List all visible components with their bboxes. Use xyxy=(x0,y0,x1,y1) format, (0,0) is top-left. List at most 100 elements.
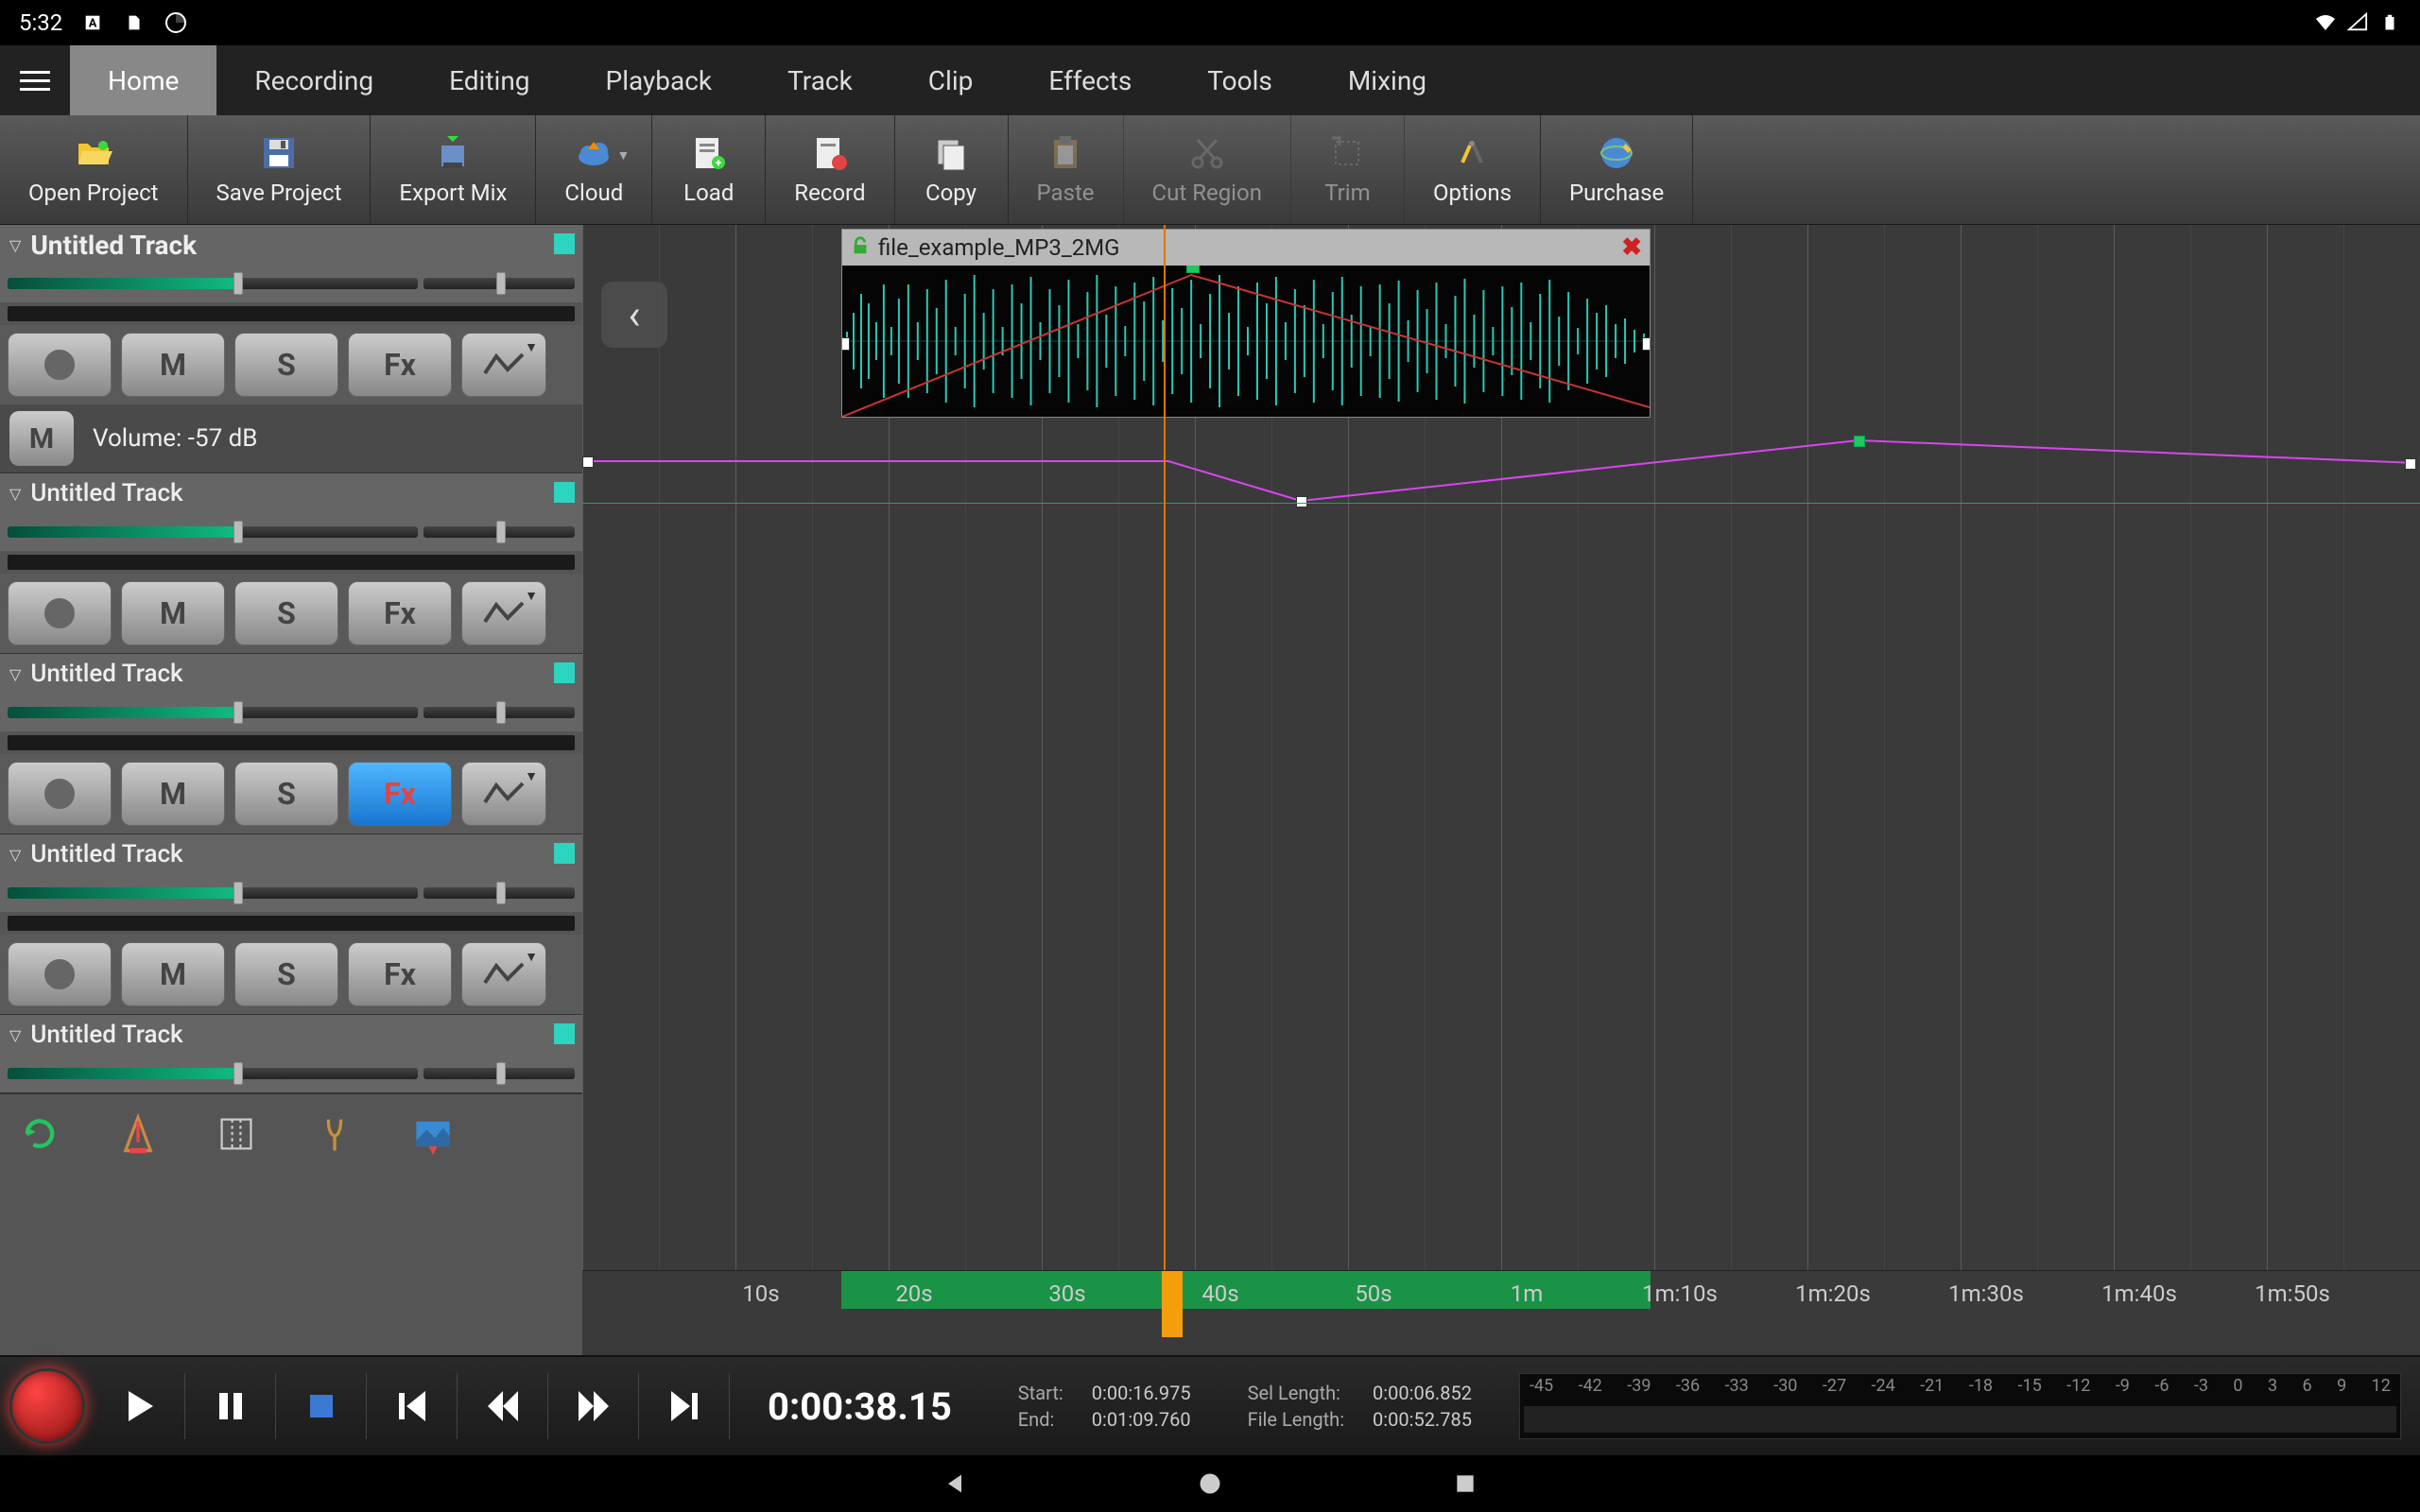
menu-tab-mixing[interactable]: Mixing xyxy=(1310,45,1464,115)
track-color-swatch[interactable] xyxy=(554,843,575,864)
track-header[interactable]: ▽ Untitled Track xyxy=(0,654,582,694)
tuning-fork-icon[interactable] xyxy=(314,1113,355,1155)
copy-icon xyxy=(932,134,970,172)
track-pan-slider[interactable] xyxy=(424,1068,575,1079)
track-pan-slider[interactable] xyxy=(424,526,575,538)
track-solo-button[interactable]: S xyxy=(234,942,338,1006)
pause-button[interactable] xyxy=(185,1373,276,1439)
nav-recent-icon[interactable] xyxy=(1451,1469,1479,1498)
image-tool-icon[interactable] xyxy=(412,1113,454,1155)
track-vol-slider[interactable] xyxy=(8,526,418,538)
toolbar-options[interactable]: Options xyxy=(1405,115,1541,224)
toolbar-save-project[interactable]: Save Project xyxy=(188,115,372,224)
menu-tab-home[interactable]: Home xyxy=(70,45,216,115)
track-color-swatch[interactable] xyxy=(554,482,575,503)
track-vol-slider[interactable] xyxy=(8,1068,418,1079)
menu-tab-editing[interactable]: Editing xyxy=(411,45,567,115)
timeline[interactable]: ‹ file_example_MP3_2MG ✖ xyxy=(582,225,2420,1355)
automation-envelope[interactable] xyxy=(582,423,2420,518)
stop-button[interactable] xyxy=(276,1373,367,1439)
menu-tab-recording[interactable]: Recording xyxy=(216,45,411,115)
nav-home-icon[interactable] xyxy=(1196,1469,1224,1498)
lane-mute-button[interactable]: M xyxy=(9,411,74,466)
menu-tab-effects[interactable]: Effects xyxy=(1011,45,1169,115)
track-color-swatch[interactable] xyxy=(554,1023,575,1044)
track-header[interactable]: ▽ Untitled Track xyxy=(0,225,582,265)
playhead[interactable] xyxy=(1164,225,1166,1270)
toolbar-record[interactable]: Record xyxy=(766,115,894,224)
skip-start-button[interactable] xyxy=(367,1373,458,1439)
clip-fade-peak[interactable] xyxy=(1186,266,1200,273)
hamburger-menu[interactable] xyxy=(0,45,70,115)
track-pan-slider[interactable] xyxy=(424,707,575,718)
track-automation-button[interactable]: ▼ xyxy=(461,581,546,645)
track-automation-button[interactable]: ▼ xyxy=(461,942,546,1006)
rewind-button[interactable] xyxy=(458,1373,548,1439)
ruler-cursor[interactable] xyxy=(1158,1271,1186,1355)
forward-button[interactable] xyxy=(548,1373,639,1439)
track-header[interactable]: ▽ Untitled Track xyxy=(0,834,582,874)
metronome-icon[interactable] xyxy=(117,1113,159,1155)
track-mute-button[interactable]: M xyxy=(121,942,225,1006)
record-button[interactable] xyxy=(9,1368,85,1444)
track-mute-button[interactable]: M xyxy=(121,762,225,826)
toolbar-open-project[interactable]: Open Project xyxy=(0,115,188,224)
track-pan-slider[interactable] xyxy=(424,887,575,899)
envelope-point[interactable] xyxy=(2405,458,2416,470)
track-fx-button[interactable]: Fx xyxy=(348,333,452,397)
track-panel: ▽ Untitled Track M S Fx ▼ M Volume: -57 … xyxy=(0,225,582,1355)
nav-back-icon[interactable] xyxy=(941,1469,969,1498)
toolbar-purchase[interactable]: Purchase xyxy=(1541,115,1693,224)
meter-tick: -33 xyxy=(1725,1376,1749,1396)
menu-tab-track[interactable]: Track xyxy=(750,45,890,115)
track-color-swatch[interactable] xyxy=(554,233,575,254)
track-vol-slider[interactable] xyxy=(8,278,418,289)
snap-grid-icon[interactable] xyxy=(216,1113,257,1155)
track-color-swatch[interactable] xyxy=(554,662,575,683)
envelope-point[interactable] xyxy=(1296,496,1307,507)
clip-handle-left[interactable] xyxy=(842,337,850,351)
toolbar-load[interactable]: + Load xyxy=(652,115,766,224)
load-icon: + xyxy=(690,134,728,172)
menu-tab-clip[interactable]: Clip xyxy=(890,45,1011,115)
toolbar-cloud[interactable]: ▼ Cloud xyxy=(536,115,652,224)
track-arm-button[interactable] xyxy=(8,762,112,826)
track-solo-button[interactable]: S xyxy=(234,333,338,397)
audio-clip[interactable]: file_example_MP3_2MG ✖ xyxy=(841,229,1651,418)
track-mute-button[interactable]: M xyxy=(121,333,225,397)
track-meter xyxy=(8,555,575,570)
menu-tab-playback[interactable]: Playback xyxy=(568,45,751,115)
clip-handle-right[interactable] xyxy=(1642,337,1650,351)
envelope-point[interactable] xyxy=(582,456,594,468)
track-pan-slider[interactable] xyxy=(424,278,575,289)
track-arm-button[interactable] xyxy=(8,333,112,397)
track-automation-button[interactable]: ▼ xyxy=(461,333,546,397)
track-automation-button[interactable]: ▼ xyxy=(461,762,546,826)
track-solo-button[interactable]: S xyxy=(234,762,338,826)
track-fx-button[interactable]: Fx xyxy=(348,581,452,645)
skip-end-button[interactable] xyxy=(639,1373,730,1439)
loop-icon[interactable] xyxy=(19,1113,60,1155)
volume-automation-lane[interactable]: M Volume: -57 dB xyxy=(0,404,582,472)
toolbar-export-mix[interactable]: Export Mix xyxy=(371,115,536,224)
envelope-point[interactable] xyxy=(1854,436,1865,447)
time-ruler[interactable]: 10s 20s 30s 40s 50s 1m 1m:10s 1m:20s 1m:… xyxy=(582,1270,2420,1355)
track-arm-button[interactable] xyxy=(8,581,112,645)
clip-name: file_example_MP3_2MG xyxy=(878,234,1120,261)
toolbar-label: Save Project xyxy=(216,180,342,206)
track-vol-slider[interactable] xyxy=(8,887,418,899)
menu-tab-tools[interactable]: Tools xyxy=(1169,45,1310,115)
track-vol-slider[interactable] xyxy=(8,707,418,718)
track-mute-button[interactable]: M xyxy=(121,581,225,645)
track-fx-button[interactable]: Fx xyxy=(348,762,452,826)
track-arm-button[interactable] xyxy=(8,942,112,1006)
track-fx-button[interactable]: Fx xyxy=(348,942,452,1006)
clip-close-button[interactable]: ✖ xyxy=(1621,233,1642,262)
track-header[interactable]: ▽ Untitled Track xyxy=(0,473,582,513)
toolbar-copy[interactable]: Copy xyxy=(895,115,1009,224)
play-button[interactable] xyxy=(95,1373,185,1439)
collapse-panel-button[interactable]: ‹ xyxy=(601,282,667,348)
track-solo-button[interactable]: S xyxy=(234,581,338,645)
track-header[interactable]: ▽ Untitled Track xyxy=(0,1015,582,1055)
unlock-icon[interactable] xyxy=(850,235,871,260)
